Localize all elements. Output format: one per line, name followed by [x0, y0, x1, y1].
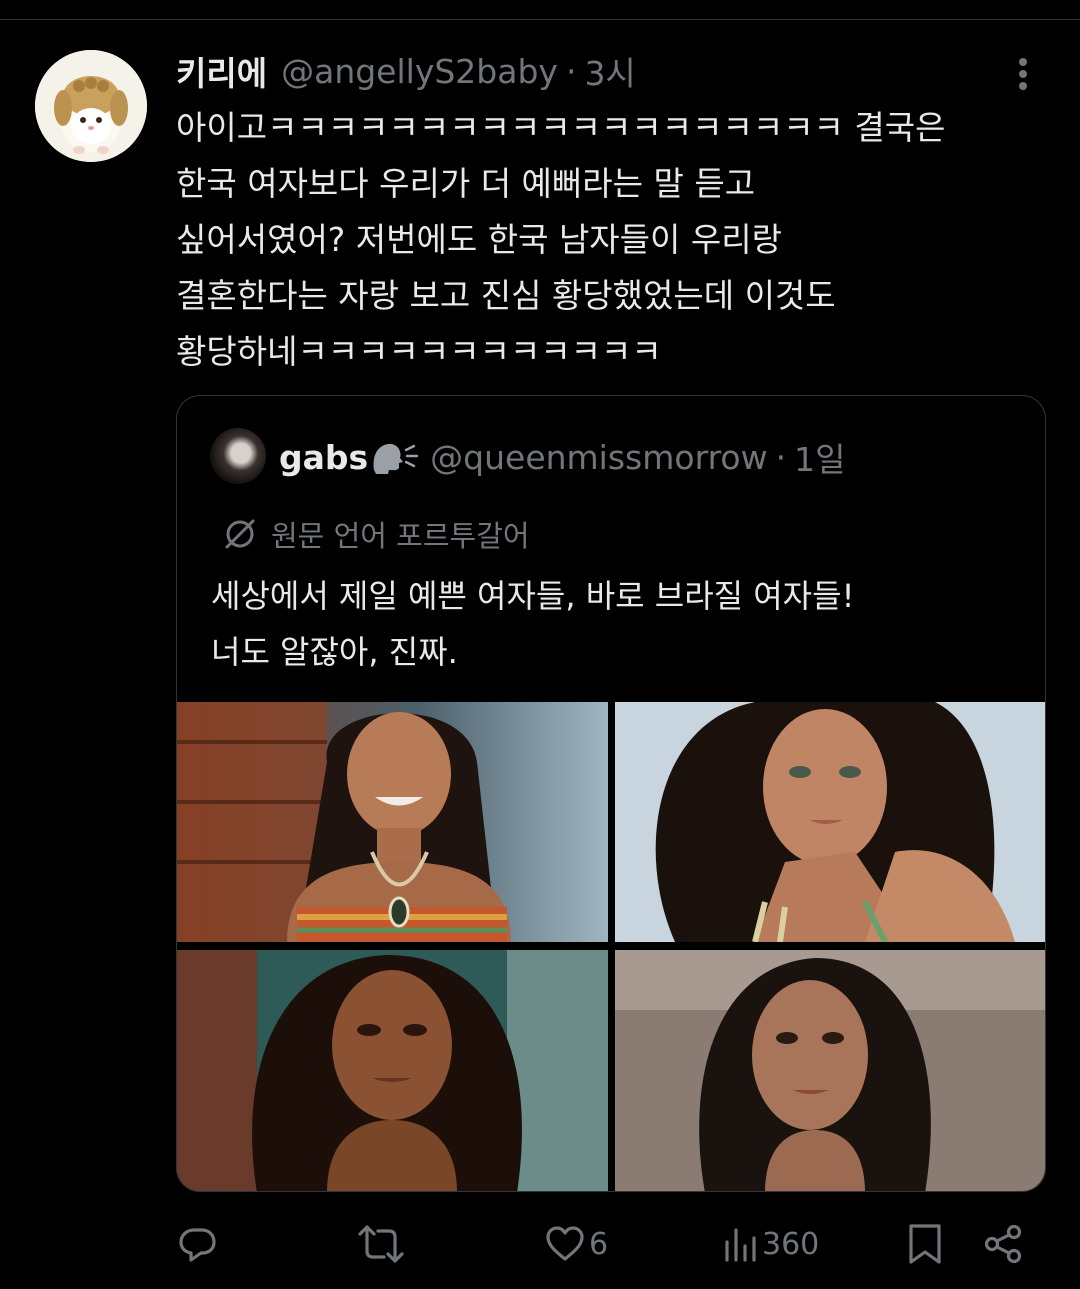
translate-label: 원문 언어 포르투갈어: [271, 519, 530, 553]
separator-dot: ·: [775, 437, 787, 477]
quote-header: gabs @queenmissmorrow · 1일: [279, 432, 845, 482]
retweet-icon: [358, 1225, 404, 1263]
quote-timestamp[interactable]: 1일: [794, 433, 845, 481]
retweet-button[interactable]: [358, 1216, 408, 1272]
media-photo-3[interactable]: [177, 950, 608, 1191]
quote-text: 세상에서 제일 예쁜 여자들, 바로 브라질 여자들! 너도 알잖아, 진짜.: [211, 568, 1031, 680]
tweet[interactable]: 키리에 @angellyS2baby · 3시 아이고ㅋㅋㅋㅋㅋㅋㅋㅋㅋㅋㅋㅋㅋ…: [0, 20, 1080, 1289]
translate-notice[interactable]: 원문 언어 포르투갈어: [221, 514, 530, 554]
bookmark-icon: [909, 1224, 941, 1264]
like-count: 6: [589, 1226, 609, 1262]
tweet-text: 아이고ㅋㅋㅋㅋㅋㅋㅋㅋㅋㅋㅋㅋㅋㅋㅋㅋㅋㅋㅋ 결국은 한국 여자보다 우리가 더…: [176, 100, 1046, 380]
translate-globe-icon: [225, 519, 255, 549]
like-button[interactable]: 6: [545, 1216, 608, 1272]
user-handle[interactable]: @angellyS2baby: [281, 52, 558, 91]
tweet-text-line: 아이고ㅋㅋㅋㅋㅋㅋㅋㅋㅋㅋㅋㅋㅋㅋㅋㅋㅋㅋㅋ 결국은: [176, 108, 946, 147]
media-photo-2[interactable]: [615, 702, 1045, 942]
more-dots-icon[interactable]: [1008, 54, 1038, 94]
tweet-text-line: 싶어서였어? 저번에도 한국 남자들이 우리랑: [176, 220, 782, 259]
tweet-text-line: 결혼한다는 자랑 보고 진심 황당했었는데 이것도: [176, 276, 836, 315]
media-photo-4[interactable]: [615, 950, 1045, 1191]
views-button[interactable]: 360: [722, 1216, 819, 1272]
tweet-text-line: 한국 여자보다 우리가 더 예뻐라는 말 듣고: [176, 164, 756, 203]
timestamp[interactable]: 3시: [584, 47, 635, 95]
tweet-header: 키리에 @angellyS2baby · 3시: [176, 48, 636, 94]
bookmark-button[interactable]: [907, 1216, 943, 1272]
media-photo-1[interactable]: [177, 702, 608, 942]
share-icon: [984, 1224, 1022, 1264]
speaking-head-emoji-icon: [370, 440, 422, 474]
share-button[interactable]: [984, 1216, 1024, 1272]
quote-user-handle[interactable]: @queenmissmorrow: [430, 438, 767, 477]
hamster-avatar-icon: [35, 50, 147, 162]
quote-text-line: 너도 알잖아, 진짜.: [211, 633, 458, 671]
action-bar: 6 360: [0, 1216, 1080, 1272]
reply-icon: [179, 1228, 216, 1262]
reply-button[interactable]: [177, 1216, 223, 1272]
display-name[interactable]: 키리에: [176, 47, 267, 95]
quote-avatar[interactable]: [210, 428, 266, 484]
quote-text-line: 세상에서 제일 예쁜 여자들, 바로 브라질 여자들!: [211, 577, 855, 615]
quote-display-name[interactable]: gabs: [279, 438, 368, 477]
separator-dot: ·: [565, 51, 577, 91]
quoted-tweet[interactable]: gabs @queenmissmorrow · 1일 원문 언어 포르투갈어 세…: [176, 395, 1046, 1192]
avatar[interactable]: [35, 50, 147, 162]
view-count: 360: [762, 1226, 820, 1262]
heart-icon: [546, 1226, 584, 1261]
media-grid: [177, 702, 1045, 1191]
views-chart-icon: [725, 1228, 756, 1262]
tweet-text-line: 황당하네ㅋㅋㅋㅋㅋㅋㅋㅋㅋㅋㅋㅋ: [176, 332, 662, 371]
